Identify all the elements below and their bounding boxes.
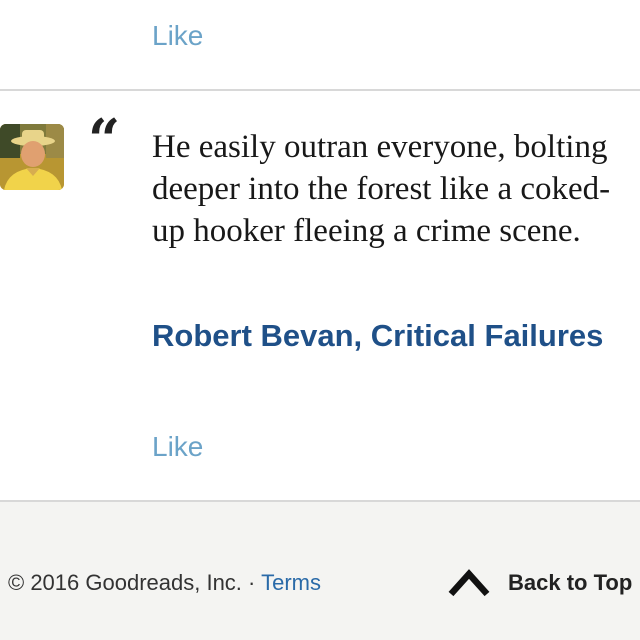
site-footer: © 2016 Goodreads, Inc. · Terms Back to T… <box>0 502 640 640</box>
quotes-page: Like “ He easily outran everyone, boltin… <box>0 0 640 640</box>
back-to-top-button[interactable]: Back to Top <box>448 566 632 600</box>
author-photo <box>0 124 64 190</box>
like-button[interactable]: Like <box>152 20 203 52</box>
open-quote-icon: “ <box>88 107 121 173</box>
divider <box>0 89 640 91</box>
like-button[interactable]: Like <box>152 431 203 463</box>
quote-attribution: Robert Bevan, Critical Failures <box>152 314 632 358</box>
back-to-top-label: Back to Top <box>508 570 633 595</box>
book-link[interactable]: Critical Failures <box>371 318 604 353</box>
terms-link[interactable]: Terms <box>261 570 321 595</box>
author-avatar[interactable] <box>0 124 64 190</box>
previous-quote-footer: Like <box>0 0 640 90</box>
author-link[interactable]: Robert Bevan <box>152 318 354 353</box>
chevron-up-icon <box>448 569 490 597</box>
copyright: © 2016 Goodreads, Inc. · Terms <box>8 570 321 596</box>
attribution-separator: , <box>353 318 363 353</box>
copyright-text: © 2016 Goodreads, Inc. · <box>8 570 256 595</box>
quote-text: He easily outran everyone, bolting deepe… <box>152 129 611 249</box>
